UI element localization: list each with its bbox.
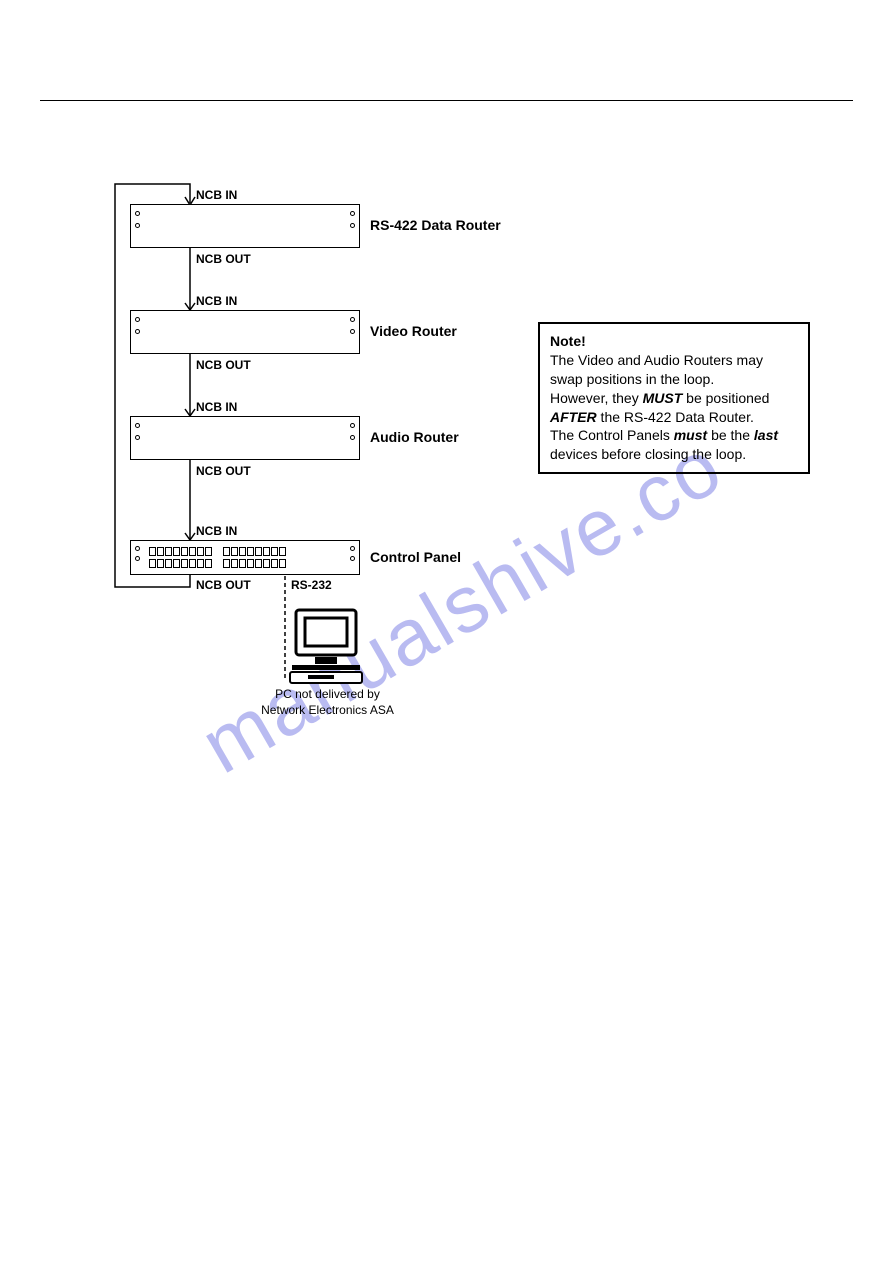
note-line4c: be the (707, 427, 754, 443)
ncb-out-label-4: NCB OUT (196, 578, 251, 592)
note-line2: However, they MUST be positioned AFTER t… (550, 389, 798, 427)
rs422-label: RS-422 Data Router (370, 217, 501, 233)
video-label: Video Router (370, 323, 457, 339)
note-last: last (754, 427, 778, 443)
diagram-container: NCB IN NCB OUT RS-422 Data Router NCB IN… (110, 170, 810, 770)
note-line4a: The Control Panels (550, 427, 674, 443)
note-after: AFTER (550, 409, 597, 425)
control-panel-box (130, 540, 360, 575)
note-must: MUST (643, 390, 683, 406)
audio-router-box (130, 416, 360, 460)
note-line4e: devices before closing the loop. (550, 446, 746, 462)
note-line1: The Video and Audio Routers may swap pos… (550, 351, 798, 389)
rs232-label: RS-232 (291, 578, 332, 592)
note-line3b: the RS-422 Data Router. (597, 409, 754, 425)
ncb-in-label-4: NCB IN (196, 524, 237, 538)
rs422-router-box (130, 204, 360, 248)
ncb-out-label-3: NCB OUT (196, 464, 251, 478)
ncb-in-label-3: NCB IN (196, 400, 237, 414)
ncb-out-label-2: NCB OUT (196, 358, 251, 372)
audio-label: Audio Router (370, 429, 459, 445)
ncb-in-label-1: NCB IN (196, 188, 237, 202)
top-rule (40, 100, 853, 101)
note-line2a: However, they (550, 390, 643, 406)
ncb-out-label-1: NCB OUT (196, 252, 251, 266)
ncb-in-label-2: NCB IN (196, 294, 237, 308)
pc-caption: PC not delivered by Network Electronics … (260, 687, 395, 718)
control-panel-label: Control Panel (370, 549, 461, 565)
note-box: Note! The Video and Audio Routers may sw… (538, 322, 810, 474)
pc-caption-line2: Network Electronics ASA (261, 703, 394, 717)
note-title: Note! (550, 332, 798, 351)
video-router-box (130, 310, 360, 354)
note-line2c: be positioned (682, 390, 769, 406)
note-line4: The Control Panels must be the last devi… (550, 426, 798, 464)
pc-caption-line1: PC not delivered by (275, 687, 380, 701)
note-must2: must (674, 427, 707, 443)
